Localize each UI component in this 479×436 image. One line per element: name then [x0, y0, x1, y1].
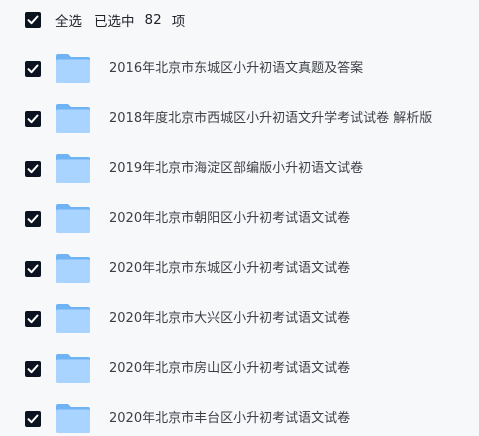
- file-name[interactable]: 2018年度北京市西城区小升初语文升学考试试卷 解析版: [109, 109, 432, 129]
- select-all-checkbox[interactable]: [25, 12, 41, 28]
- file-row-7[interactable]: 2020年北京市房山区小升初考试语文试卷: [0, 344, 479, 394]
- file-row-1[interactable]: 2016年北京市东城区小升初语文真题及答案: [0, 44, 479, 94]
- file-name[interactable]: 2020年北京市大兴区小升初考试语文试卷: [109, 309, 350, 329]
- file-row-5[interactable]: 2020年北京市东城区小升初考试语文试卷: [0, 244, 479, 294]
- checkmark-icon: [27, 314, 39, 324]
- folder-icon: [56, 354, 90, 383]
- checkmark-icon: [27, 264, 39, 274]
- folder-icon: [56, 404, 90, 433]
- file-checkbox[interactable]: [25, 361, 41, 377]
- file-checkbox[interactable]: [25, 211, 41, 227]
- file-list: 2016年北京市东城区小升初语文真题及答案 2018年度北京市西城区小升初语文升…: [0, 44, 479, 436]
- folder-icon: [56, 54, 90, 83]
- file-name[interactable]: 2020年北京市东城区小升初考试语文试卷: [109, 259, 350, 279]
- file-checkbox[interactable]: [25, 261, 41, 277]
- file-name[interactable]: 2016年北京市东城区小升初语文真题及答案: [109, 59, 363, 79]
- file-name[interactable]: 2019年北京市海淀区部编版小升初语文试卷: [109, 159, 363, 179]
- file-checkbox[interactable]: [25, 61, 41, 77]
- folder-icon: [56, 304, 90, 333]
- file-row-8[interactable]: 2020年北京市丰台区小升初考试语文试卷: [0, 394, 479, 436]
- checkmark-icon: [27, 64, 39, 74]
- folder-icon: [56, 204, 90, 233]
- file-name[interactable]: 2020年北京市朝阳区小升初考试语文试卷: [109, 209, 350, 229]
- selected-suffix: 项: [171, 14, 186, 30]
- select-all-bar: 全选 已选中 82 项: [25, 9, 185, 31]
- checkmark-icon: [27, 164, 39, 174]
- folder-icon: [56, 254, 90, 283]
- file-row-2[interactable]: 2018年度北京市西城区小升初语文升学考试试卷 解析版: [0, 94, 479, 144]
- checkmark-icon: [27, 214, 39, 224]
- file-row-4[interactable]: 2020年北京市朝阳区小升初考试语文试卷: [0, 194, 479, 244]
- folder-icon: [56, 104, 90, 133]
- file-name[interactable]: 2020年北京市丰台区小升初考试语文试卷: [109, 409, 350, 429]
- checkmark-icon: [27, 364, 39, 374]
- select-all-label[interactable]: 全选: [55, 10, 82, 30]
- file-checkbox[interactable]: [25, 411, 41, 427]
- checkmark-icon: [27, 114, 39, 124]
- checkmark-icon: [27, 15, 39, 25]
- selected-count: 82: [144, 12, 162, 28]
- file-row-3[interactable]: 2019年北京市海淀区部编版小升初语文试卷: [0, 144, 479, 194]
- selected-prefix: 已选中: [94, 14, 135, 30]
- file-selection-panel: 全选 已选中 82 项 2016年北京市东城区小升初语文真题及答案 2018年度…: [0, 0, 479, 436]
- file-checkbox[interactable]: [25, 161, 41, 177]
- file-checkbox[interactable]: [25, 311, 41, 327]
- file-name[interactable]: 2020年北京市房山区小升初考试语文试卷: [109, 359, 350, 379]
- file-checkbox[interactable]: [25, 111, 41, 127]
- file-row-6[interactable]: 2020年北京市大兴区小升初考试语文试卷: [0, 294, 479, 344]
- folder-icon: [56, 154, 90, 183]
- checkmark-icon: [27, 414, 39, 424]
